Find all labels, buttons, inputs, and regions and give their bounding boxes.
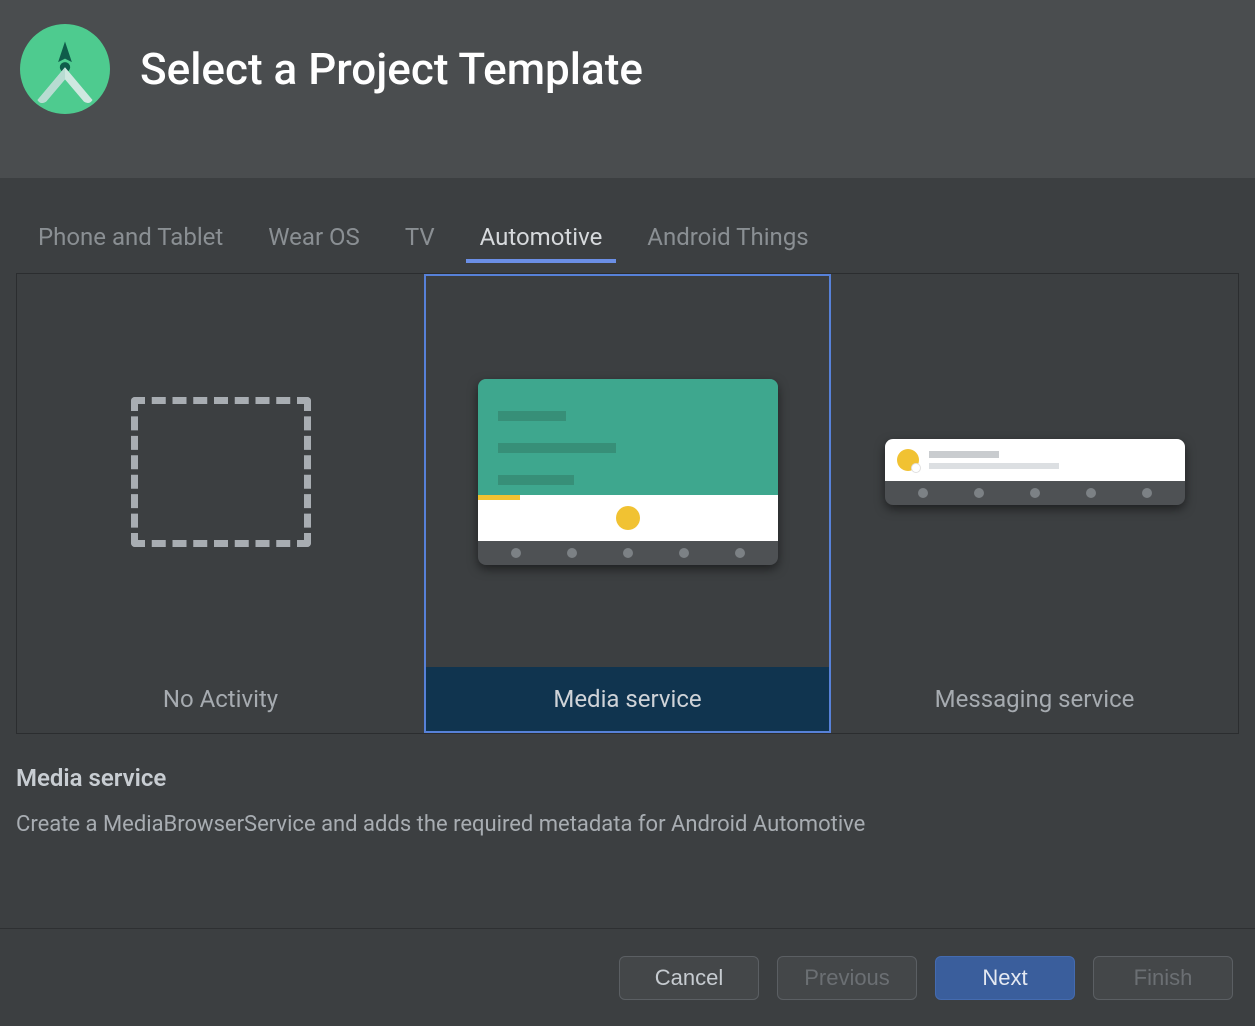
wizard-title: Select a Project Template	[140, 43, 643, 95]
template-preview	[19, 276, 422, 667]
template-preview	[833, 276, 1236, 667]
previous-button[interactable]: Previous	[777, 956, 917, 1000]
avatar-icon	[897, 449, 919, 471]
template-label: Messaging service	[833, 667, 1236, 731]
android-studio-logo	[20, 24, 110, 114]
device-mockup	[885, 439, 1185, 505]
device-mockup	[478, 379, 778, 565]
tab-tv[interactable]: TV	[405, 223, 435, 261]
next-button[interactable]: Next	[935, 956, 1075, 1000]
template-description: Media service Create a MediaBrowserServi…	[0, 734, 1255, 867]
finish-button[interactable]: Finish	[1093, 956, 1233, 1000]
template-media-service[interactable]: Media service	[424, 274, 831, 733]
cancel-button[interactable]: Cancel	[619, 956, 759, 1000]
tab-automotive[interactable]: Automotive	[480, 223, 603, 261]
tab-android-things[interactable]: Android Things	[647, 223, 808, 261]
description-text: Create a MediaBrowserService and adds th…	[16, 812, 1239, 837]
empty-activity-icon	[131, 397, 311, 547]
template-no-activity[interactable]: No Activity	[17, 274, 424, 733]
template-preview	[426, 276, 829, 667]
template-label: Media service	[426, 667, 829, 731]
platform-tabs: Phone and Tablet Wear OS TV Automotive A…	[0, 178, 1255, 273]
wizard-content: Phone and Tablet Wear OS TV Automotive A…	[0, 178, 1255, 867]
play-icon	[616, 506, 640, 530]
templates-grid: No Activity	[16, 273, 1239, 734]
description-title: Media service	[16, 764, 1239, 792]
wizard-footer: Cancel Previous Next Finish	[0, 928, 1255, 1026]
tab-wear-os[interactable]: Wear OS	[268, 223, 360, 261]
compass-icon	[22, 26, 108, 112]
tab-phone-and-tablet[interactable]: Phone and Tablet	[38, 223, 223, 261]
template-messaging-service[interactable]: Messaging service	[831, 274, 1238, 733]
wizard-header: Select a Project Template	[0, 0, 1255, 178]
template-label: No Activity	[19, 667, 422, 731]
